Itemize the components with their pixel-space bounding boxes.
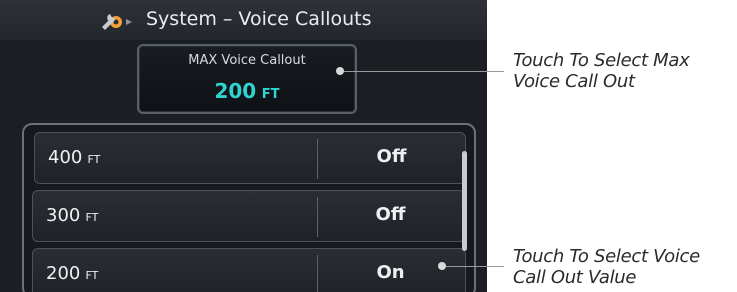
max-voice-callout-label: MAX Voice Callout: [188, 53, 306, 68]
callout-altitude-unit: FT: [87, 153, 101, 166]
annotation-callout-value: Touch To Select Voice Call Out Value: [513, 246, 700, 288]
callout-altitude-unit: FT: [85, 269, 99, 282]
callout-altitude-number: 400: [48, 147, 83, 168]
annotation-line: Touch To Select Voice: [513, 246, 700, 267]
max-voice-callout-button[interactable]: MAX Voice Callout 200 FT: [137, 44, 357, 114]
annotation-line: Voice Call Out: [513, 71, 635, 92]
callout-row-200[interactable]: 200 FT On: [32, 248, 466, 292]
callout-pointer-line: [446, 266, 504, 267]
callout-altitude-number: 300: [46, 205, 81, 226]
annotation-line: Touch To Select Max: [513, 50, 690, 71]
max-voice-callout-unit: FT: [261, 87, 280, 102]
page-title: System – Voice Callouts: [146, 8, 372, 30]
wrench-gear-icon: [102, 14, 132, 30]
callout-pointer-dot: [336, 67, 344, 75]
callout-altitude-number: 200: [46, 263, 81, 284]
device-screen: System – Voice Callouts MAX Voice Callou…: [0, 0, 487, 292]
callout-altitude: 200 FT: [46, 263, 98, 284]
callout-row-400[interactable]: 400 FT Off: [34, 132, 466, 184]
scrollbar-thumb[interactable]: [462, 151, 467, 251]
annotation-line: Call Out Value: [513, 267, 637, 288]
annotation-max-callout: Touch To Select Max Voice Call Out: [513, 50, 690, 92]
title-bar: System – Voice Callouts: [0, 0, 487, 40]
callout-pointer-dot: [438, 262, 446, 270]
callout-pointer-line: [344, 71, 504, 72]
callout-row-300[interactable]: 300 FT Off: [32, 190, 466, 242]
voice-callout-list[interactable]: 400 FT Off 300 FT Off 200 FT On: [22, 123, 476, 292]
max-voice-callout-value: 200 FT: [139, 79, 355, 103]
callout-state-toggle[interactable]: Off: [318, 146, 465, 167]
callout-altitude-unit: FT: [85, 211, 99, 224]
callout-altitude: 400 FT: [48, 147, 100, 168]
callout-altitude: 300 FT: [46, 205, 98, 226]
list-scrollbar[interactable]: [462, 151, 468, 251]
callout-state-toggle[interactable]: Off: [316, 204, 465, 225]
max-voice-callout-number: 200: [214, 79, 257, 103]
